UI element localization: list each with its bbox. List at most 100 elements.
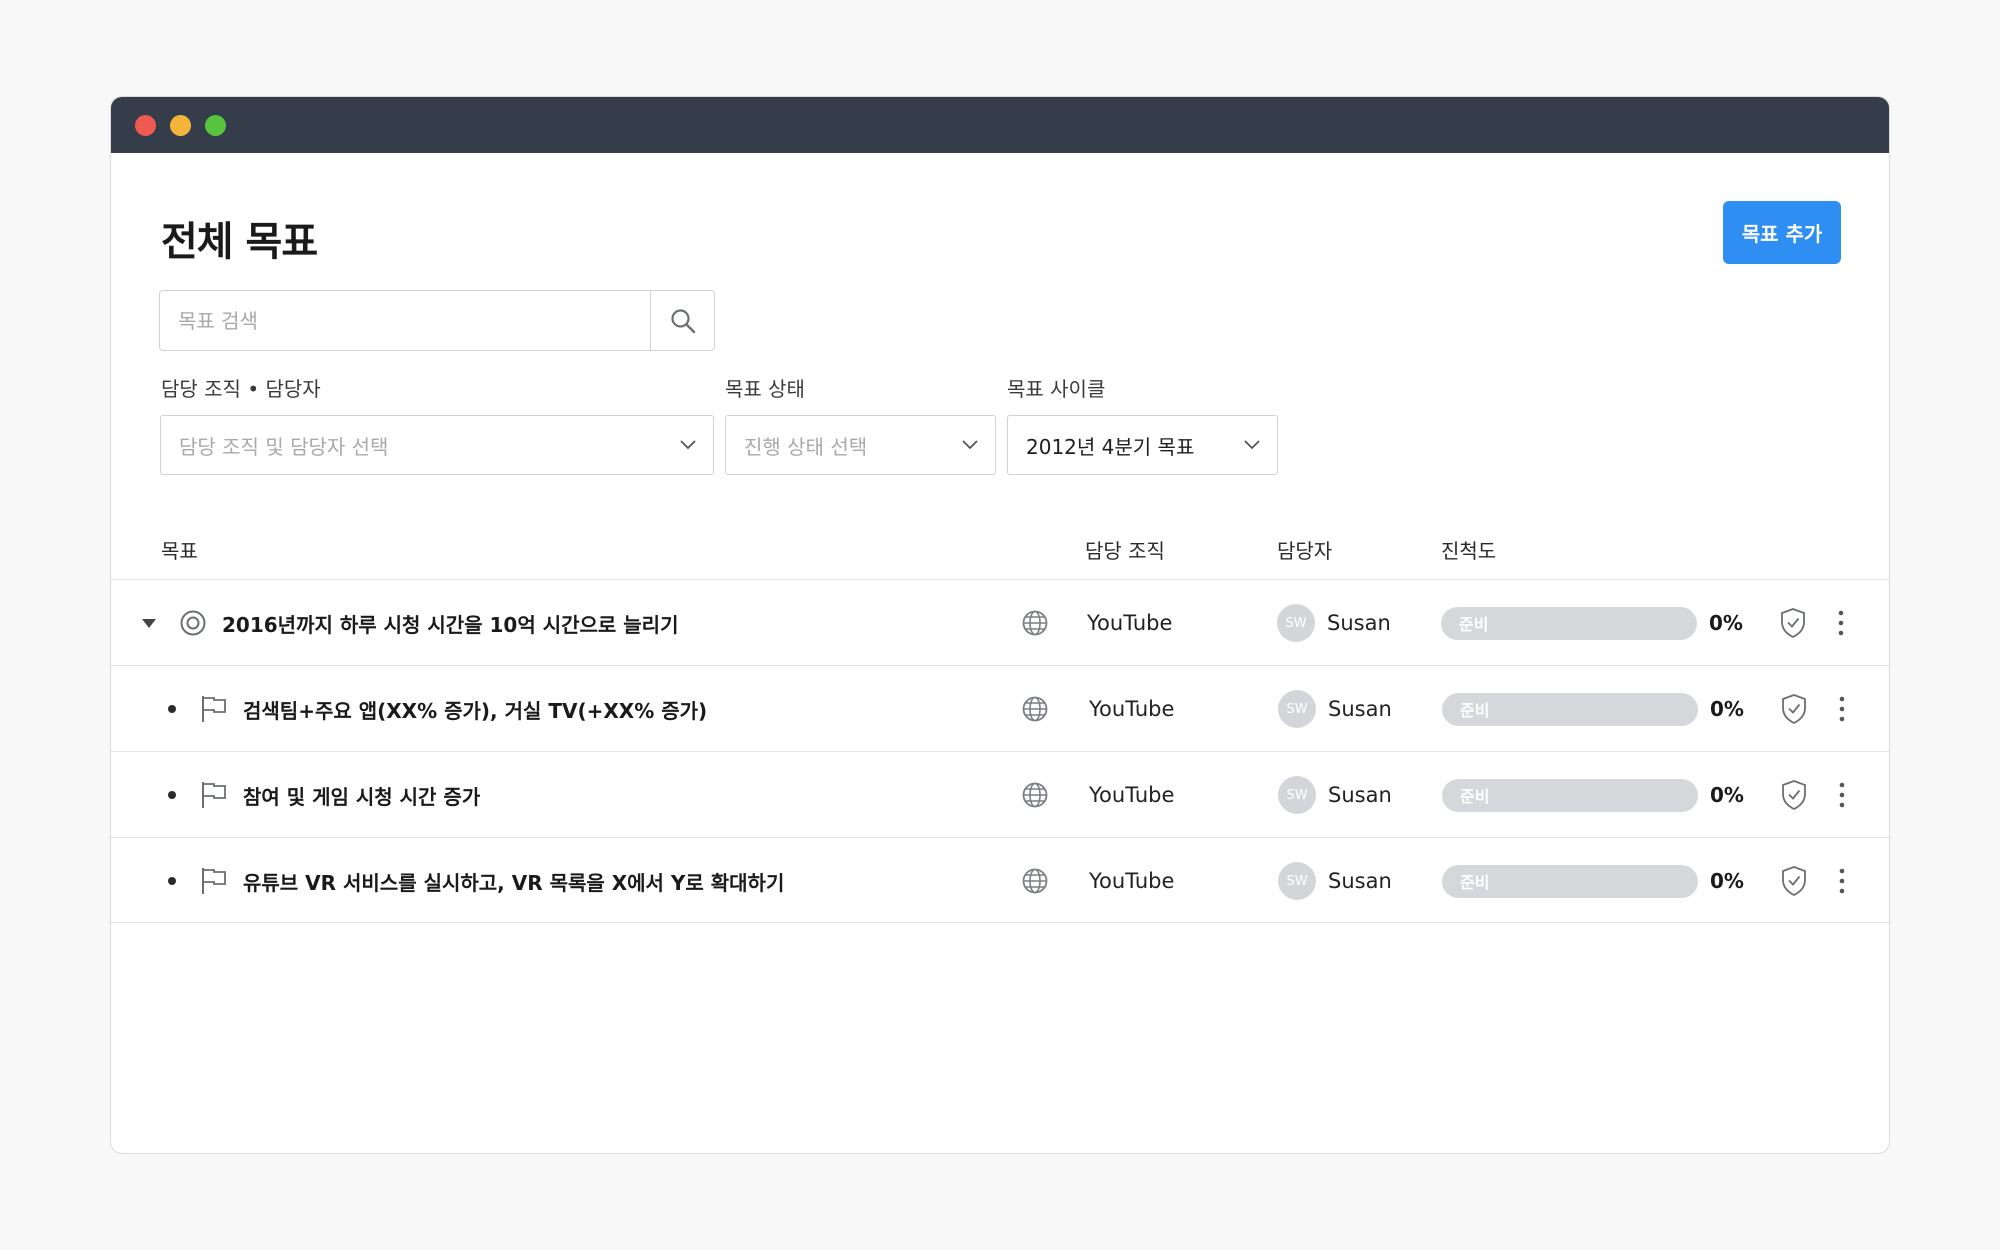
shield-check-icon <box>1782 866 1806 897</box>
key-result-type <box>200 666 228 752</box>
search-box <box>159 290 715 351</box>
avatar: SW <box>1278 776 1316 814</box>
status-filter-label: 목표 상태 <box>725 377 805 401</box>
more-vertical-icon <box>1839 868 1845 894</box>
table-header: 목표 담당 조직 담당자 진척도 <box>111 521 1889 577</box>
more-vertical-icon <box>1838 610 1844 636</box>
owner-filter-label: 담당 조직 • 담당자 <box>161 377 321 401</box>
owner-select-placeholder: 담당 조직 및 담당자 선택 <box>179 434 389 459</box>
check-in-button[interactable] <box>1780 752 1808 838</box>
collapse-toggle[interactable] <box>141 580 157 666</box>
check-in-button[interactable] <box>1780 838 1808 924</box>
flag-icon <box>202 696 226 722</box>
column-header-org: 담당 조직 <box>1085 539 1165 563</box>
shield-check-icon <box>1781 608 1805 639</box>
target-icon <box>180 610 206 636</box>
objective-type <box>179 580 207 666</box>
search-input[interactable] <box>160 291 650 350</box>
globe-icon <box>1022 782 1048 808</box>
globe-icon <box>1022 696 1048 722</box>
chevron-down-icon <box>962 440 978 450</box>
owner-name: Susan <box>1328 697 1392 721</box>
visibility <box>1021 666 1049 752</box>
minimize-window-button[interactable] <box>170 114 191 136</box>
chevron-down-icon <box>680 440 696 450</box>
status-select-placeholder: 진행 상태 선택 <box>744 434 868 459</box>
add-goal-button[interactable]: 목표 추가 <box>1723 201 1841 264</box>
progress-bar: 준비 <box>1442 692 1698 726</box>
goal-title[interactable]: 유튜브 VR 서비스를 실시하고, VR 목록을 X에서 Y로 확대하기 <box>243 838 784 924</box>
bullet-dot <box>168 705 176 713</box>
table-row[interactable]: 참여 및 게임 시청 시간 증가 YouTube SW Susan 준비 0% <box>111 751 1889 837</box>
visibility <box>1021 752 1049 838</box>
bullet <box>168 666 176 752</box>
org-name: YouTube <box>1089 869 1175 893</box>
org-name: YouTube <box>1087 611 1173 635</box>
progress-bar: 준비 <box>1442 778 1698 812</box>
shield-check-icon <box>1782 780 1806 811</box>
globe-icon <box>1022 868 1048 894</box>
visibility <box>1021 580 1049 666</box>
goal-title[interactable]: 검색팀+주요 앱(XX% 증가), 거실 TV(+XX% 증가) <box>243 666 707 752</box>
search-button[interactable] <box>650 291 714 350</box>
progress-percent: 0% <box>1710 697 1744 721</box>
more-options-button[interactable] <box>1832 838 1852 924</box>
owner-name: Susan <box>1328 869 1392 893</box>
progress-bar: 준비 <box>1441 606 1697 640</box>
check-in-button[interactable] <box>1780 666 1808 752</box>
table-row[interactable]: 검색팀+주요 앱(XX% 증가), 거실 TV(+XX% 증가) YouTube… <box>111 665 1889 751</box>
more-vertical-icon <box>1839 782 1845 808</box>
visibility <box>1021 838 1049 924</box>
goal-title[interactable]: 2016년까지 하루 시청 시간을 10억 시간으로 늘리기 <box>222 580 678 666</box>
key-result-type <box>200 752 228 838</box>
page-title: 전체 목표 <box>161 219 318 265</box>
globe-icon <box>1022 610 1048 636</box>
progress-percent: 0% <box>1710 783 1744 807</box>
close-window-button[interactable] <box>135 114 156 136</box>
table-row[interactable]: 2016년까지 하루 시청 시간을 10억 시간으로 늘리기 YouTube S… <box>111 579 1889 665</box>
key-result-type <box>200 838 228 924</box>
progress: 준비 <box>1441 580 1697 666</box>
bullet-dot <box>168 791 176 799</box>
avatar: SW <box>1277 604 1315 642</box>
progress: 준비 <box>1442 666 1698 752</box>
progress-percent: 0% <box>1710 869 1744 893</box>
bullet <box>168 838 176 924</box>
status-label: 준비 <box>1460 787 1490 806</box>
owner-name: Susan <box>1328 783 1392 807</box>
org-name: YouTube <box>1089 783 1175 807</box>
bullet-dot <box>168 877 176 885</box>
flag-icon <box>202 782 226 808</box>
owner-name: Susan <box>1327 611 1391 635</box>
progress: 준비 <box>1442 752 1698 838</box>
shield-check-icon <box>1782 694 1806 725</box>
status-select[interactable]: 진행 상태 선택 <box>725 415 996 475</box>
owner: SW Susan <box>1278 838 1392 924</box>
table-row[interactable]: 유튜브 VR 서비스를 실시하고, VR 목록을 X에서 Y로 확대하기 You… <box>111 837 1889 923</box>
owner: SW Susan <box>1278 752 1392 838</box>
caret-down-icon <box>142 619 156 628</box>
flag-icon <box>202 868 226 894</box>
cycle-filter-label: 목표 사이클 <box>1007 377 1106 401</box>
column-header-progress: 진척도 <box>1441 539 1497 563</box>
column-header-goal: 목표 <box>161 539 198 563</box>
avatar: SW <box>1278 690 1316 728</box>
more-options-button[interactable] <box>1832 752 1852 838</box>
owner-select[interactable]: 담당 조직 및 담당자 선택 <box>160 415 714 475</box>
cycle-select-value: 2012년 4분기 목표 <box>1026 434 1195 459</box>
org-name: YouTube <box>1089 697 1175 721</box>
maximize-window-button[interactable] <box>205 114 226 136</box>
more-options-button[interactable] <box>1831 580 1851 666</box>
avatar: SW <box>1278 862 1316 900</box>
more-vertical-icon <box>1839 696 1845 722</box>
cycle-select[interactable]: 2012년 4분기 목표 <box>1007 415 1278 475</box>
owner: SW Susan <box>1277 580 1391 666</box>
check-in-button[interactable] <box>1779 580 1807 666</box>
bullet <box>168 752 176 838</box>
goal-title[interactable]: 참여 및 게임 시청 시간 증가 <box>243 752 480 838</box>
status-label: 준비 <box>1459 615 1489 634</box>
column-header-owner: 담당자 <box>1277 539 1333 563</box>
owner: SW Susan <box>1278 666 1392 752</box>
more-options-button[interactable] <box>1832 666 1852 752</box>
progress-percent: 0% <box>1709 611 1743 635</box>
